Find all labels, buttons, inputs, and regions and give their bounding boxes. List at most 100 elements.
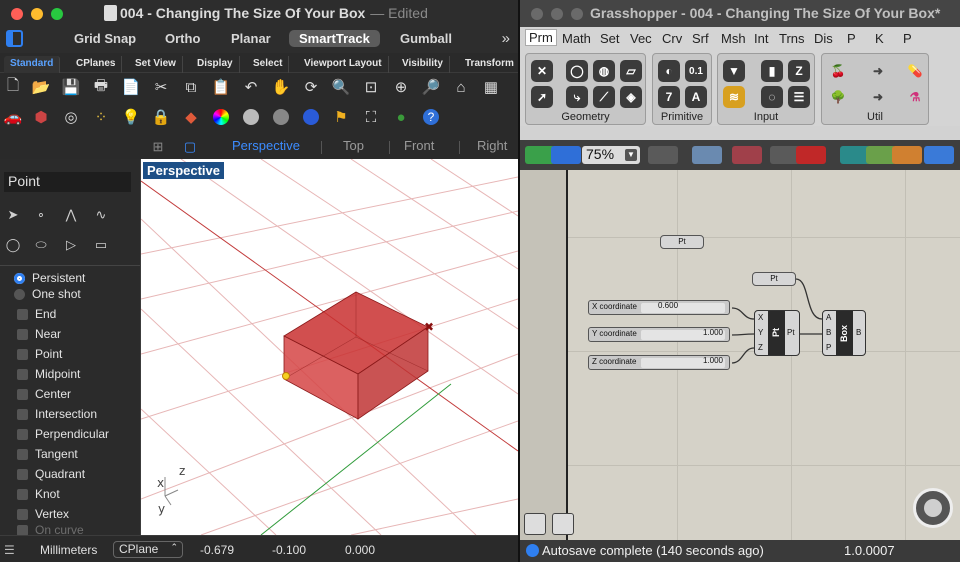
smarttrack-toggle[interactable]: SmartTrack (289, 30, 380, 47)
osnap-perpendicular[interactable]: Perpendicular (14, 427, 109, 441)
pill-icon[interactable]: 💊 (904, 60, 926, 82)
material-sphere-icon[interactable] (300, 106, 322, 128)
ellipse-icon[interactable]: ⬭ (30, 234, 52, 256)
sidebar-toggle-icon[interactable] (6, 30, 23, 47)
y-coordinate-slider[interactable]: Y coordinate 1.000 (588, 327, 730, 342)
remote-panel-icon[interactable] (552, 513, 574, 535)
cplane-select[interactable]: CPlane ⌃ (113, 541, 183, 558)
param-circle-icon[interactable]: ◯ (566, 60, 588, 82)
tab-transform[interactable]: Transform (459, 56, 521, 73)
snap-target-icon[interactable]: ◎ (60, 106, 82, 128)
gh-canvas[interactable]: Pt Pt X coordinate 0.600 Y coordinate 1.… (520, 170, 960, 540)
layer-icon[interactable]: ◆ (180, 106, 202, 128)
osnap-center[interactable]: Center (14, 387, 71, 401)
output-port-pt[interactable]: Pt (787, 328, 795, 337)
checkbox[interactable] (17, 328, 28, 340)
input-port-x[interactable]: X (758, 313, 763, 322)
minimize-window-button[interactable] (31, 7, 43, 20)
radio-persistent[interactable] (14, 272, 25, 284)
save-icon[interactable]: 💾 (60, 76, 82, 98)
viewport-grid-icon[interactable]: ▦ (480, 76, 502, 98)
pt-param-component[interactable]: Pt (752, 272, 796, 286)
light-bulb-icon[interactable]: 💡 (120, 106, 142, 128)
help-icon[interactable]: ? (420, 106, 442, 128)
box-corner-a-marker[interactable] (282, 372, 290, 380)
cplane-icon[interactable]: ⬢ (30, 106, 52, 128)
pointer-icon[interactable]: ➤ (2, 204, 24, 226)
single-view-icon[interactable]: ▢ (179, 136, 201, 158)
param-x-icon[interactable]: ✕ (531, 60, 553, 82)
zoom-icon[interactable]: 🔍 (330, 76, 352, 98)
zoom-extents-icon[interactable]: ⊕ (390, 76, 412, 98)
close-window-button[interactable] (11, 7, 23, 20)
lamp-icon[interactable]: ⚑ (330, 106, 352, 128)
flask-icon[interactable]: ⚗ (904, 86, 926, 108)
construct-point-component[interactable]: X Y Z Pt Pt (754, 310, 800, 356)
x-coordinate-slider[interactable]: X coordinate 0.600 (588, 300, 730, 315)
tab-crv[interactable]: Crv (662, 31, 682, 46)
properties-icon[interactable]: 📄 (120, 76, 142, 98)
gh-minimize-button[interactable] (551, 8, 563, 20)
group-icon[interactable]: ⛶ (360, 106, 382, 128)
tab-right[interactable]: Right (477, 138, 507, 153)
preview-shaded-icon[interactable] (796, 146, 826, 164)
polyline-icon[interactable]: ⋀ (60, 204, 82, 226)
zoom-select[interactable]: 75% ▼ (582, 146, 640, 164)
osnap-knot[interactable]: Knot (14, 487, 60, 501)
input-button-icon[interactable]: ▼ (723, 60, 745, 82)
rectangle-icon[interactable]: ▭ (90, 234, 112, 256)
tab-p2[interactable]: P (903, 31, 912, 46)
checkbox[interactable] (17, 428, 28, 440)
checkbox[interactable] (17, 468, 28, 480)
viewport-label[interactable]: Perspective (143, 162, 224, 179)
osnap-persistent[interactable]: Persistent (14, 271, 85, 285)
param-line-icon[interactable]: ⟋ (593, 86, 615, 108)
input-slider-icon[interactable]: Z (788, 60, 810, 82)
checkbox[interactable] (17, 368, 28, 380)
input-port-p[interactable]: P (826, 343, 831, 352)
output-port-b[interactable]: B (856, 328, 861, 337)
preview-eye-icon[interactable] (692, 146, 722, 164)
box-component[interactable]: A B P Box B (822, 310, 866, 356)
slider-track[interactable] (641, 303, 725, 313)
input-dial-icon[interactable]: ◌ (761, 86, 783, 108)
tab-vec[interactable]: Vec (630, 31, 652, 46)
tab-display[interactable]: Display (191, 56, 240, 73)
osnap-vertex[interactable]: Vertex (14, 507, 69, 521)
tab-p1[interactable]: P (847, 31, 856, 46)
tab-set-view[interactable]: Set View (129, 56, 183, 73)
tab-perspective[interactable]: Perspective (232, 138, 300, 153)
param-arc-icon[interactable]: ⤷ (566, 86, 588, 108)
four-view-icon[interactable]: ⊞ (147, 136, 169, 158)
osnap-point[interactable]: Point (14, 347, 62, 361)
zoom-extents-icon[interactable] (648, 146, 678, 164)
car-icon[interactable]: 🚗 (2, 106, 24, 128)
tab-dis[interactable]: Dis (814, 31, 833, 46)
save-file-icon[interactable] (551, 146, 581, 164)
input-port-z[interactable]: Z (758, 343, 763, 352)
osnap-intersection[interactable]: Intersection (14, 407, 97, 421)
param-number-icon[interactable]: 0.1 (685, 60, 707, 82)
input-graph-icon[interactable]: ≋ (723, 86, 745, 108)
tab-srf[interactable]: Srf (692, 31, 709, 46)
osnap-on-curve[interactable]: On curve (14, 525, 84, 535)
rotate-view-icon[interactable]: ⟳ (300, 76, 322, 98)
grasshopper-launch-icon[interactable]: ● (390, 106, 412, 128)
settings-sphere-icon[interactable] (924, 146, 954, 164)
zoom-window-icon[interactable]: ⊡ (360, 76, 382, 98)
param-surface-icon[interactable]: ▱ (620, 60, 642, 82)
input-port-a[interactable]: A (826, 313, 831, 322)
print-icon[interactable]: 🖶 (90, 76, 112, 98)
tab-int[interactable]: Int (754, 31, 768, 46)
import-icon[interactable] (524, 513, 546, 535)
select-points-icon[interactable]: ⁘ (90, 106, 112, 128)
gh-close-button[interactable] (531, 8, 543, 20)
jump-arrow-icon[interactable]: ➜ (867, 60, 889, 82)
param-plane-icon[interactable]: ◈ (620, 86, 642, 108)
color-wheel-icon[interactable] (210, 106, 232, 128)
cherry-icon[interactable]: 🍒 (827, 60, 849, 82)
units-label[interactable]: Millimeters (40, 543, 97, 557)
param-curve-icon[interactable]: ◍ (593, 60, 615, 82)
param-boolean-icon[interactable]: ◐ (658, 60, 680, 82)
input-port-b[interactable]: B (826, 328, 831, 337)
